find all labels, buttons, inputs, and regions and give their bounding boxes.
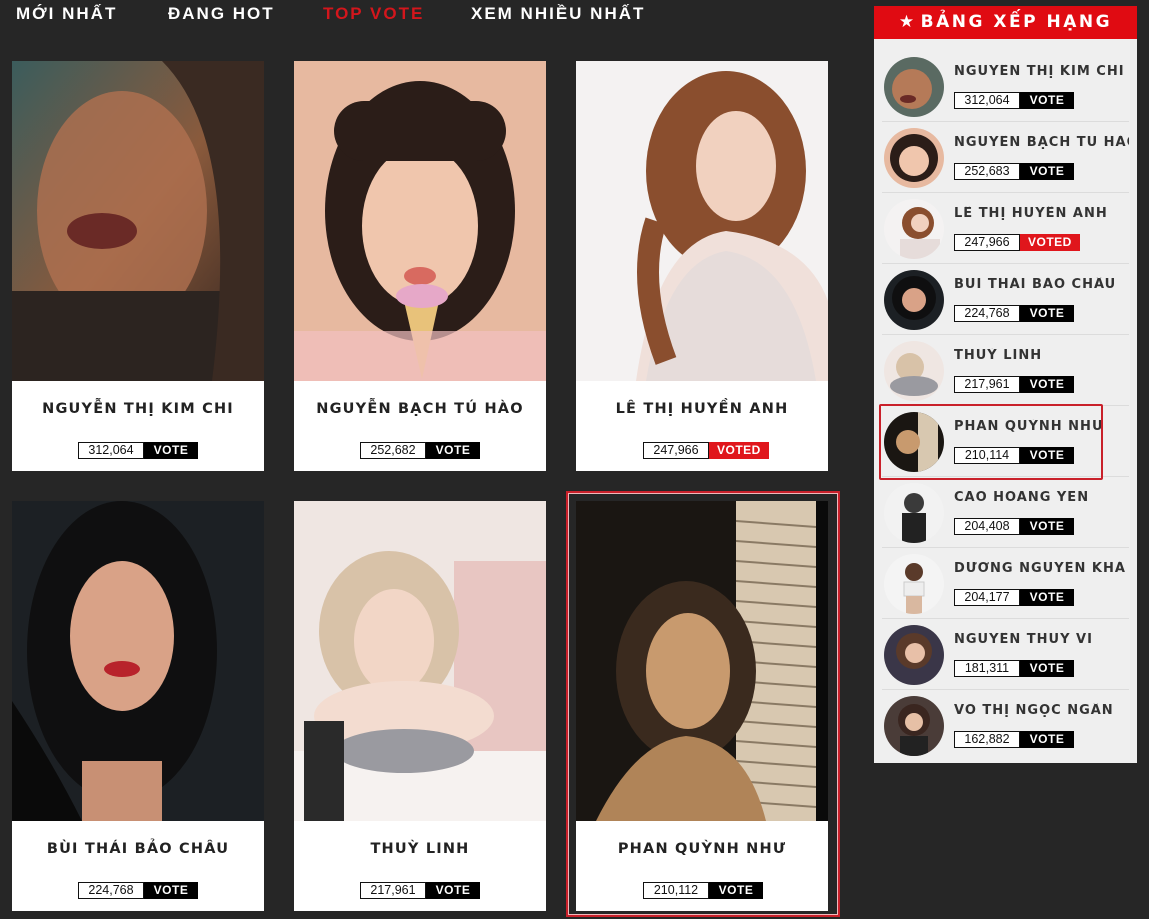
avatar[interactable] xyxy=(884,57,944,117)
contestant-name: NGUYỄN THỊ KIM CHI xyxy=(42,401,234,417)
avatar[interactable] xyxy=(884,270,944,330)
ranking-row[interactable]: LÊ THỊ HUYỀN ANH 247,966 VOTED xyxy=(882,193,1129,264)
vote-button[interactable]: VOTE xyxy=(1020,92,1074,109)
vote-button[interactable]: VOTE xyxy=(144,882,198,899)
contestant-photo[interactable] xyxy=(576,61,828,381)
vote-count: 162,882 xyxy=(954,731,1020,748)
ranking-row[interactable]: DƯƠNG NGUYỄN KHÁ ... 204,177 VOTE xyxy=(882,548,1129,619)
contestant-photo[interactable] xyxy=(12,61,264,381)
ranking-name[interactable]: CAO HOANG YEN xyxy=(954,490,1129,505)
ranking-name[interactable]: NGUYỄN THỊ KIM CHI xyxy=(954,64,1129,79)
avatar[interactable] xyxy=(884,483,944,543)
ranking-row[interactable]: BÙI THÁI BẢO CHÂU 224,768 VOTE xyxy=(882,264,1129,335)
vote-count: 224,768 xyxy=(78,882,144,899)
vote-box: 224,768 VOTE xyxy=(78,882,198,899)
vote-button[interactable]: VOTE xyxy=(1020,589,1074,606)
vote-box: 181,311 VOTE xyxy=(954,660,1074,677)
ranking-name[interactable]: THUỲ LINH xyxy=(954,348,1129,363)
avatar[interactable] xyxy=(884,625,944,685)
vote-button[interactable]: VOTE xyxy=(1020,731,1074,748)
ranking-name[interactable]: DƯƠNG NGUYỄN KHÁ ... xyxy=(954,561,1129,576)
nav-item-top-vote[interactable]: TOP VOTE xyxy=(323,4,424,24)
ranking-name[interactable]: VÕ THỊ NGỌC NGÂN xyxy=(954,703,1129,718)
ranking-name[interactable]: NGUYỄN BẠCH TÚ HÀO xyxy=(954,135,1129,150)
ranking-row[interactable]: NGUYỄN THÚY VI 181,311 VOTE xyxy=(882,619,1129,690)
vote-box: 224,768 VOTE xyxy=(954,305,1074,322)
vote-count: 252,682 xyxy=(360,442,426,459)
vote-box: 162,882 VOTE xyxy=(954,731,1074,748)
vote-count: 247,966 xyxy=(954,234,1020,251)
avatar[interactable] xyxy=(884,128,944,188)
ranking-row[interactable]: NGUYỄN THỊ KIM CHI 312,064 VOTE xyxy=(882,51,1129,122)
vote-count: 181,311 xyxy=(954,660,1020,677)
vote-button[interactable]: VOTE xyxy=(426,442,480,459)
ranking-name[interactable]: LÊ THỊ HUYỀN ANH xyxy=(954,206,1129,221)
vote-box: 217,961 VOTE xyxy=(954,376,1074,393)
vote-box: 204,177 VOTE xyxy=(954,589,1074,606)
avatar[interactable] xyxy=(884,696,944,756)
vote-box: 252,682 VOTE xyxy=(360,442,480,459)
vote-button[interactable]: VOTE xyxy=(1020,163,1074,180)
nav-item-most-viewed[interactable]: XEM NHIỀU NHẤT xyxy=(471,4,645,24)
vote-button[interactable]: VOTE xyxy=(1020,660,1074,677)
vote-button[interactable]: VOTE xyxy=(1020,518,1074,535)
ranking-header: ★ BẢNG XẾP HẠNG xyxy=(874,6,1137,39)
selected-ranking-highlight xyxy=(879,404,1103,480)
contestant-name: PHAN QUỲNH NHƯ xyxy=(617,841,787,857)
contestant-card-selected[interactable]: PHAN QUỲNH NHƯ 210,112 VOTE xyxy=(576,501,828,911)
ranking-row[interactable]: VÕ THỊ NGỌC NGÂN 162,882 VOTE xyxy=(882,690,1129,760)
vote-count: 204,177 xyxy=(954,589,1020,606)
contestant-name: THUỲ LINH xyxy=(370,841,470,857)
vote-count: 210,112 xyxy=(643,882,709,899)
avatar[interactable] xyxy=(884,554,944,614)
vote-count: 217,961 xyxy=(954,376,1020,393)
vote-box: 252,683 VOTE xyxy=(954,163,1074,180)
contestant-card[interactable]: BÙI THÁI BẢO CHÂU 224,768 VOTE xyxy=(12,501,264,911)
contestant-name: NGUYỄN BẠCH TÚ HÀO xyxy=(316,401,524,417)
star-icon: ★ xyxy=(898,12,917,32)
vote-button[interactable]: VOTE xyxy=(1020,376,1074,393)
contestant-photo[interactable] xyxy=(294,501,546,821)
vote-box: 247,966 VOTED xyxy=(954,234,1080,251)
vote-count: 247,966 xyxy=(643,442,709,459)
ranking-sidebar: ★ BẢNG XẾP HẠNG NGUYỄN THỊ KIM CHI 312,06… xyxy=(874,6,1137,763)
vote-count: 224,768 xyxy=(954,305,1020,322)
contestant-name: BÙI THÁI BẢO CHÂU xyxy=(46,841,230,857)
vote-box: 204,408 VOTE xyxy=(954,518,1074,535)
ranking-name[interactable]: NGUYỄN THÚY VI xyxy=(954,632,1129,647)
vote-count: 204,408 xyxy=(954,518,1020,535)
vote-count: 312,064 xyxy=(954,92,1020,109)
vote-box: 312,064 VOTE xyxy=(954,92,1074,109)
contestant-card[interactable]: LÊ THỊ HUYỀN ANH 247,966 VOTED xyxy=(576,61,828,471)
vote-button[interactable]: VOTE xyxy=(709,882,763,899)
contestant-card[interactable]: THUỲ LINH 217,961 VOTE xyxy=(294,501,546,911)
vote-button[interactable]: VOTE xyxy=(1020,305,1074,322)
ranking-row[interactable]: THUỲ LINH 217,961 VOTE xyxy=(882,335,1129,406)
vote-box: 217,961 VOTE xyxy=(360,882,480,899)
nav-item-hot[interactable]: ĐANG HOT xyxy=(168,4,275,24)
voted-button[interactable]: VOTED xyxy=(1020,234,1080,251)
vote-button[interactable]: VOTE xyxy=(426,882,480,899)
contestant-photo[interactable] xyxy=(294,61,546,381)
contestant-photo[interactable] xyxy=(576,501,828,821)
nav-item-newest[interactable]: MỚI NHẤT xyxy=(16,4,117,24)
contestant-card[interactable]: NGUYỄN BẠCH TÚ HÀO 252,682 VOTE xyxy=(294,61,546,471)
vote-count: 312,064 xyxy=(78,442,144,459)
ranking-title: BẢNG XẾP HẠNG xyxy=(920,12,1113,32)
vote-box: 247,966 VOTED xyxy=(643,442,769,459)
voted-button[interactable]: VOTED xyxy=(709,442,769,459)
vote-box: 210,112 VOTE xyxy=(643,882,763,899)
ranking-row[interactable]: CAO HOANG YEN 204,408 VOTE xyxy=(882,477,1129,548)
avatar[interactable] xyxy=(884,341,944,401)
contestant-photo[interactable] xyxy=(12,501,264,821)
vote-button[interactable]: VOTE xyxy=(144,442,198,459)
ranking-name[interactable]: BÙI THÁI BẢO CHÂU xyxy=(954,277,1129,292)
contestant-name: LÊ THỊ HUYỀN ANH xyxy=(615,401,789,417)
vote-box: 312,064 VOTE xyxy=(78,442,198,459)
contestant-card[interactable]: NGUYỄN THỊ KIM CHI 312,064 VOTE xyxy=(12,61,264,471)
avatar[interactable] xyxy=(884,199,944,259)
ranking-row[interactable]: NGUYỄN BẠCH TÚ HÀO 252,683 VOTE xyxy=(882,122,1129,193)
vote-count: 217,961 xyxy=(360,882,426,899)
vote-count: 252,683 xyxy=(954,163,1020,180)
